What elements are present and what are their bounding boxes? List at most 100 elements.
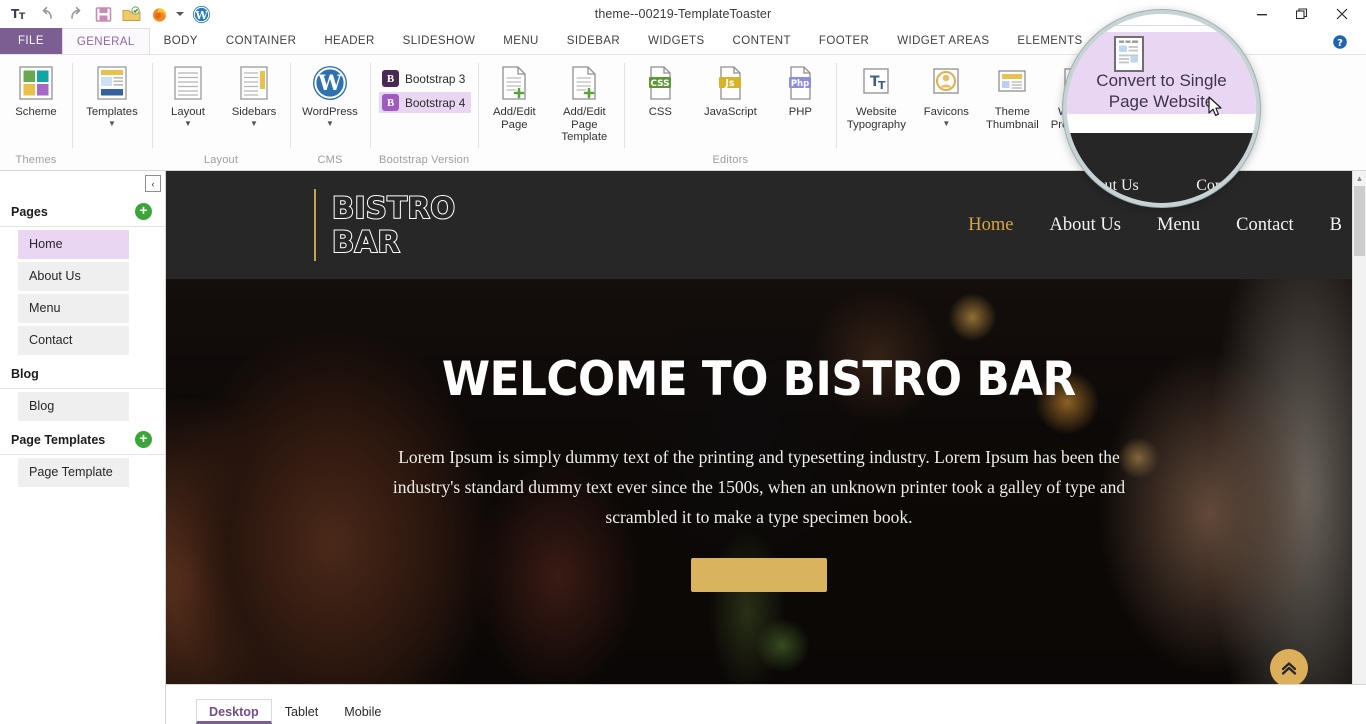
ribbon-tab-sidebar[interactable]: SIDEBAR — [553, 28, 634, 54]
undo-icon[interactable] — [34, 2, 60, 26]
firefox-preview-icon[interactable] — [146, 2, 172, 26]
lens-content: Convert to Single Page Website About Us … — [1067, 14, 1256, 203]
tab-desktop[interactable]: Desktop — [196, 699, 272, 724]
ribbon-tab-body[interactable]: BODY — [150, 28, 212, 54]
window-controls — [1242, 0, 1362, 28]
sidebar-item-about-us[interactable]: About Us — [18, 262, 129, 291]
add-edit-page-button[interactable]: Add/Edit Page — [481, 60, 547, 131]
ribbon-group-templates: Templates ▼ — [72, 55, 152, 170]
favicons-button[interactable]: Favicons ▼ — [913, 60, 979, 128]
sidebar-collapse-button[interactable]: ‹ — [145, 175, 161, 192]
scroll-to-top-button[interactable] — [1270, 649, 1308, 687]
main-area: ‹ Pages + Home About Us Menu Contact Blo… — [0, 171, 1366, 724]
ribbon-tab-footer[interactable]: FOOTER — [805, 28, 883, 54]
chevron-down-icon[interactable]: ▼ — [184, 119, 192, 128]
website-typography-label: Website Typography — [846, 106, 906, 131]
single-page-icon — [1114, 36, 1144, 72]
templates-button[interactable]: Templates ▼ — [75, 60, 149, 128]
wordpress-button[interactable]: W WordPress ▼ — [293, 60, 367, 128]
ribbon-group-cms: W WordPress ▼ CMS — [290, 55, 370, 170]
typography-icon[interactable]: TT — [6, 2, 32, 26]
preview-vertical-scrollbar[interactable]: ▲ ▼ — [1352, 171, 1366, 724]
scroll-up-arrow-icon[interactable]: ▲ — [1353, 171, 1366, 186]
page-templates-section-title: Page Templates — [11, 432, 106, 447]
group-label-editors: Editors — [712, 154, 749, 166]
ribbon-group-themes: Scheme Themes — [0, 55, 72, 170]
ribbon-tab-container[interactable]: CONTAINER — [212, 28, 310, 54]
help-icon[interactable]: ? — [1320, 28, 1360, 56]
add-edit-page-label: Add/Edit Page — [492, 106, 536, 131]
theme-thumbnail-button[interactable]: Theme Thumbnail — [979, 60, 1045, 131]
layout-button[interactable]: Layout ▼ — [155, 60, 221, 128]
website-preview-panel: BISTRO BAR Home About Us Menu Contact B — [166, 171, 1366, 724]
ribbon-tab-general[interactable]: GENERAL — [61, 28, 150, 54]
file-tab[interactable]: FILE — [0, 28, 62, 54]
device-preview-tabs: Desktop Tablet Mobile — [166, 684, 1366, 724]
blog-section-header: Blog — [0, 359, 165, 389]
css-file-icon: CSS — [643, 63, 677, 103]
bootstrap-3-option[interactable]: B Bootstrap 3 — [379, 68, 471, 89]
add-page-template-button[interactable]: + — [135, 431, 152, 448]
css-editor-button[interactable]: CSS CSS — [627, 60, 693, 119]
javascript-editor-button[interactable]: Js JavaScript — [693, 60, 767, 119]
scheme-icon — [18, 63, 54, 103]
redo-icon[interactable] — [62, 2, 88, 26]
site-nav-home[interactable]: Home — [968, 215, 1013, 236]
bootstrap-4-option[interactable]: B Bootstrap 4 — [379, 92, 472, 113]
templates-label: Templates — [86, 106, 138, 118]
scheme-label: Scheme — [15, 106, 57, 118]
site-nav-contact[interactable]: Contact — [1236, 215, 1294, 236]
typography-icon: T T — [859, 63, 893, 103]
site-nav: Home About Us Menu Contact B — [968, 215, 1342, 236]
scheme-button[interactable]: Scheme — [3, 60, 69, 119]
tab-mobile[interactable]: Mobile — [331, 699, 395, 724]
site-logo[interactable]: BISTRO BAR — [314, 189, 456, 261]
js-file-icon: Js — [713, 63, 747, 103]
site-nav-menu[interactable]: Menu — [1157, 215, 1200, 236]
ribbon-tab-menu[interactable]: MENU — [489, 28, 552, 54]
php-editor-button[interactable]: Php PHP — [767, 60, 833, 119]
wordpress-icon[interactable]: W — [188, 2, 214, 26]
page-plus-icon — [497, 63, 531, 103]
website-canvas: BISTRO BAR Home About Us Menu Contact B — [166, 171, 1352, 724]
mouse-cursor — [1208, 96, 1224, 123]
sidebars-label: Sidebars — [231, 106, 277, 118]
export-icon[interactable] — [118, 2, 144, 26]
ribbon-tab-header[interactable]: HEADER — [310, 28, 388, 54]
restore-button[interactable] — [1282, 0, 1322, 28]
dropdown-caret-icon[interactable] — [174, 2, 186, 26]
ribbon-tab-content[interactable]: CONTENT — [719, 28, 805, 54]
site-nav-about-us[interactable]: About Us — [1050, 215, 1121, 236]
website-typography-button[interactable]: T T Website Typography — [839, 60, 913, 131]
sidebar-item-contact[interactable]: Contact — [18, 326, 129, 355]
vertical-scroll-thumb[interactable] — [1354, 186, 1365, 256]
sidebar-item-menu[interactable]: Menu — [18, 294, 129, 323]
tab-tablet[interactable]: Tablet — [271, 699, 332, 724]
group-label-themes: Themes — [15, 154, 57, 166]
close-button[interactable] — [1322, 0, 1362, 28]
chevron-down-icon[interactable]: ▼ — [108, 119, 116, 128]
svg-text:?: ? — [1337, 38, 1343, 49]
php-editor-label: PHP — [788, 106, 812, 118]
add-page-button[interactable]: + — [135, 203, 152, 220]
javascript-editor-label: JavaScript — [703, 106, 757, 118]
site-nav-blog[interactable]: B — [1330, 215, 1342, 236]
ribbon-tab-widgets[interactable]: WIDGETS — [634, 28, 718, 54]
application-window: TT W theme--00219-TemplateToaster FILE G… — [0, 0, 1366, 724]
sidebar-item-home[interactable]: Home — [18, 230, 129, 259]
save-icon[interactable] — [90, 2, 116, 26]
add-edit-page-template-button[interactable]: Add/Edit Page Template — [547, 60, 621, 144]
svg-text:Php: Php — [791, 79, 809, 89]
chevron-down-icon[interactable]: ▼ — [326, 119, 334, 128]
sidebar-item-page-template[interactable]: Page Template — [18, 458, 129, 487]
templates-icon — [94, 63, 130, 103]
chevron-down-icon[interactable]: ▼ — [942, 119, 950, 128]
sidebar-item-blog[interactable]: Blog — [18, 392, 129, 421]
sidebars-button[interactable]: Sidebars ▼ — [221, 60, 287, 128]
ribbon-tab-widget-areas[interactable]: WIDGET AREAS — [883, 28, 1003, 54]
quick-access-toolbar: TT W — [0, 2, 214, 26]
layout-label: Layout — [171, 106, 205, 118]
hero-cta-button[interactable] — [691, 558, 827, 592]
chevron-down-icon[interactable]: ▼ — [250, 119, 258, 128]
ribbon-tab-slideshow[interactable]: SLIDESHOW — [389, 28, 490, 54]
